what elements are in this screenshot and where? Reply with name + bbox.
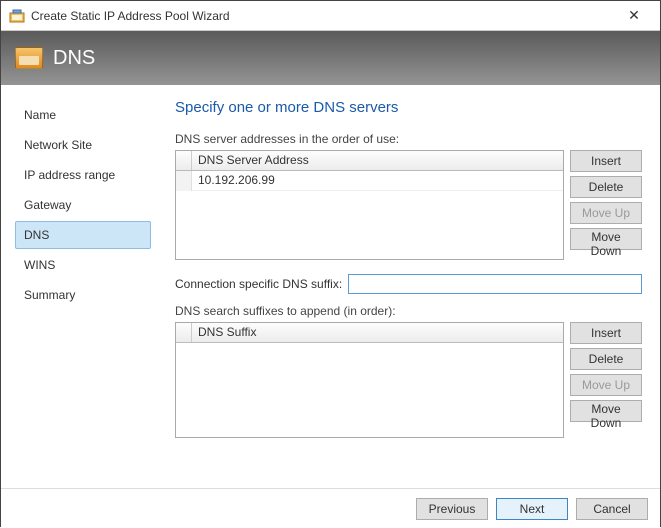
banner-title: DNS — [53, 47, 95, 70]
dns-servers-grid[interactable]: DNS Server Address 10.192.206.99 — [175, 150, 564, 260]
dns-server-cell[interactable]: 10.192.206.99 — [192, 171, 563, 191]
banner-icon — [15, 47, 43, 69]
dns-servers-moveup-button: Move Up — [570, 202, 642, 224]
dns-suffixes-moveup-button: Move Up — [570, 374, 642, 396]
page-heading: Specify one or more DNS servers — [175, 99, 642, 116]
nav-item-ip-address-range[interactable]: IP address range — [15, 161, 151, 189]
table-row[interactable]: 10.192.206.99 — [176, 171, 563, 191]
dns-servers-label: DNS server addresses in the order of use… — [175, 132, 642, 146]
dns-suffixes-label: DNS search suffixes to append (in order)… — [175, 304, 642, 318]
banner: DNS — [1, 31, 660, 85]
next-button[interactable]: Next — [496, 498, 568, 520]
connection-suffix-input[interactable] — [348, 274, 642, 294]
nav-item-network-site[interactable]: Network Site — [15, 131, 151, 159]
grid-gutter — [176, 151, 192, 170]
nav-item-name[interactable]: Name — [15, 101, 151, 129]
dns-suffixes-grid[interactable]: DNS Suffix — [175, 322, 564, 438]
titlebar: Create Static IP Address Pool Wizard ✕ — [1, 1, 660, 31]
wizard-nav: Name Network Site IP address range Gatew… — [1, 85, 161, 488]
row-gutter — [176, 171, 192, 191]
app-icon — [9, 8, 25, 24]
dns-suffixes-insert-button[interactable]: Insert — [570, 322, 642, 344]
nav-item-gateway[interactable]: Gateway — [15, 191, 151, 219]
cancel-button[interactable]: Cancel — [576, 498, 648, 520]
main-panel: Specify one or more DNS servers DNS serv… — [161, 85, 660, 488]
nav-item-wins[interactable]: WINS — [15, 251, 151, 279]
previous-button[interactable]: Previous — [416, 498, 488, 520]
dns-suffixes-movedown-button[interactable]: Move Down — [570, 400, 642, 422]
dns-servers-movedown-button[interactable]: Move Down — [570, 228, 642, 250]
grid-gutter — [176, 323, 192, 342]
dns-suffixes-col-header: DNS Suffix — [192, 323, 563, 342]
dns-servers-delete-button[interactable]: Delete — [570, 176, 642, 198]
close-button[interactable]: ✕ — [614, 2, 654, 30]
dns-servers-col-header: DNS Server Address — [192, 151, 563, 170]
nav-item-dns[interactable]: DNS — [15, 221, 151, 249]
window-title: Create Static IP Address Pool Wizard — [31, 9, 614, 23]
dns-suffixes-delete-button[interactable]: Delete — [570, 348, 642, 370]
wizard-footer: Previous Next Cancel — [1, 488, 660, 528]
nav-item-summary[interactable]: Summary — [15, 281, 151, 309]
connection-suffix-label: Connection specific DNS suffix: — [175, 277, 342, 291]
dns-servers-insert-button[interactable]: Insert — [570, 150, 642, 172]
